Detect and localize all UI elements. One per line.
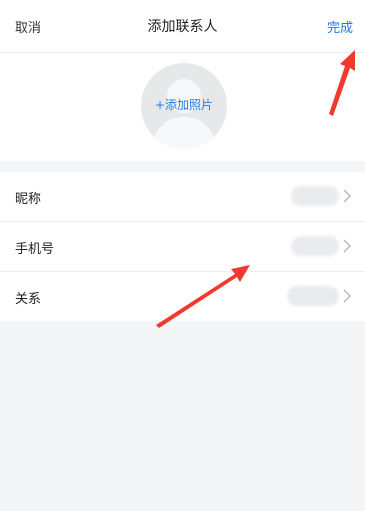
nickname-row[interactable]: 昵称	[0, 172, 365, 222]
page-title: 添加联系人	[147, 19, 218, 35]
nickname-label: 昵称	[15, 192, 42, 207]
done-button[interactable]: 完成	[327, 17, 353, 36]
chevron-right-icon	[343, 289, 351, 303]
avatar-add-photo-button[interactable]: +添加照片	[141, 63, 227, 149]
chevron-right-icon	[343, 239, 351, 253]
phone-row[interactable]: 手机号	[0, 222, 365, 272]
chevron-right-icon	[343, 189, 351, 203]
phone-label: 手机号	[15, 242, 55, 257]
relationship-value-redacted	[287, 286, 339, 306]
phone-value-redacted	[291, 236, 339, 256]
nickname-value-redacted	[291, 186, 339, 206]
photo-section: +添加照片	[0, 53, 365, 161]
navigation-bar: 取消 添加联系人 完成	[0, 0, 365, 53]
contact-form-list: 昵称 手机号 关系	[0, 172, 365, 321]
add-photo-label: +添加照片	[154, 98, 214, 112]
relationship-row[interactable]: 关系	[0, 272, 365, 321]
relationship-label: 关系	[15, 292, 42, 307]
